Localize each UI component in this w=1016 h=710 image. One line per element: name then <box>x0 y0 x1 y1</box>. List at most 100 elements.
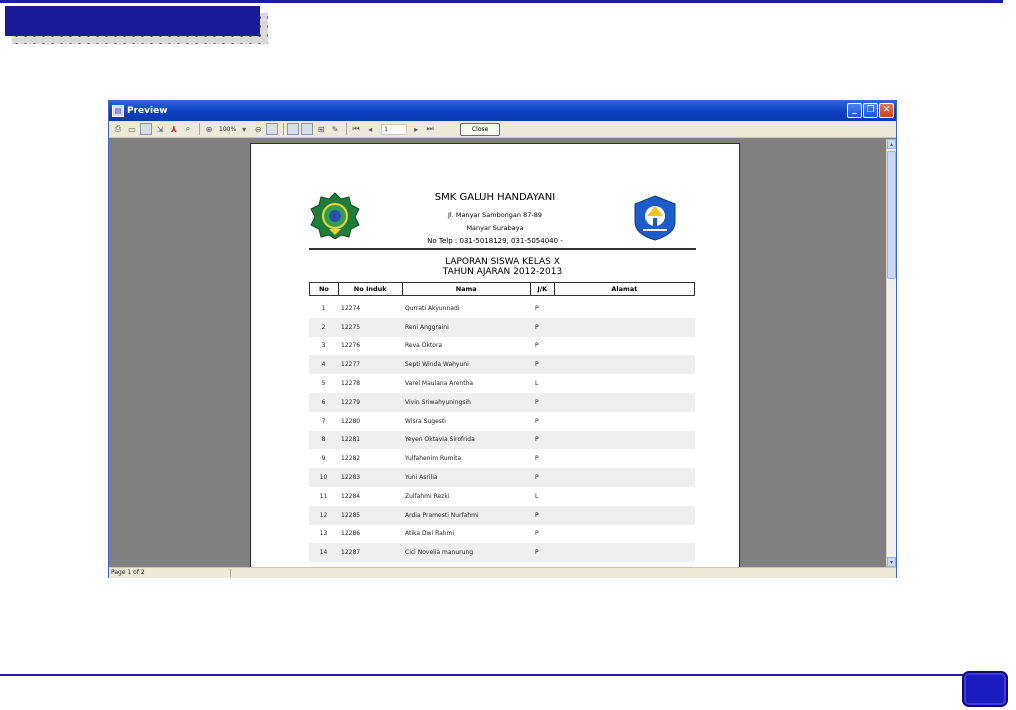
cell-no: 5 <box>321 380 326 388</box>
page-setup-icon[interactable]: ⊞ <box>315 123 327 135</box>
minimize-button[interactable]: _ <box>847 103 862 118</box>
scroll-down-icon[interactable]: ▾ <box>887 557 896 567</box>
save-icon[interactable] <box>140 123 152 135</box>
window-title: Preview <box>127 106 168 116</box>
column-header-jk: J/K <box>531 283 555 295</box>
open-icon[interactable]: ▭ <box>126 123 138 135</box>
preview-canvas[interactable]: SMK GALUH HANDAYANI Jl. Manyar Sambongan… <box>109 139 886 567</box>
status-divider <box>230 569 231 577</box>
table-row: 5 12278 Varel Maulana Arentha L <box>309 374 695 393</box>
preview-toolbar: ⎙ ▭ ⇲ ⅄ ⌕ ⊕ 100% ▾ ⊖ ⊞ ✎ ⏮ ◂ 1 ▸ ⏭ Close <box>109 121 896 138</box>
cell-nama: Vivin Sriwahyuningsih <box>405 398 471 406</box>
cell-nama: Atika Dwi Rahmi <box>405 530 455 538</box>
cell-no-induk: 12281 <box>341 436 361 444</box>
cell-jk: P <box>535 361 539 369</box>
export-icon[interactable]: ⇲ <box>154 123 166 135</box>
preview-app-icon: ▤ <box>112 105 124 117</box>
cell-nama: Cici Novelia manurung <box>405 549 474 557</box>
toolbar-separator <box>283 123 285 135</box>
maximize-button[interactable]: ❐ <box>863 103 878 118</box>
edit-page-icon[interactable]: ✎ <box>329 123 341 135</box>
top-rule <box>0 0 1003 3</box>
cell-jk: L <box>535 492 539 500</box>
cell-no: 7 <box>321 417 326 425</box>
report-subtitle: TAHUN AJARAN 2012-2013 <box>442 267 563 277</box>
single-page-icon[interactable] <box>287 123 300 135</box>
cell-nama: Varel Maulana Arentha <box>405 380 474 388</box>
cell-no-induk: 12277 <box>341 361 361 369</box>
school-address-line1: Jl. Manyar Sambongan 87-89 <box>448 211 542 219</box>
cell-no-induk: 12278 <box>341 380 361 388</box>
first-page-icon[interactable]: ⏮ <box>350 123 362 135</box>
cell-jk: P <box>535 530 539 538</box>
table-row: 7 12280 Wisra Sugesti P <box>309 411 695 431</box>
table-row: 2 12275 Reni Anggraini P <box>309 317 695 337</box>
cell-nama: Reni Anggraini <box>405 323 449 331</box>
cell-nama: Yuni Asrilia <box>405 474 438 482</box>
school-name: SMK GALUH HANDAYANI <box>434 192 556 203</box>
zoom-out-icon[interactable]: ⊖ <box>252 123 264 135</box>
prev-page-icon[interactable]: ◂ <box>364 123 376 135</box>
cell-no-induk: 12286 <box>341 530 361 538</box>
student-table-body: 1 12274 Qurrati Akyunnadi P 2 12275 Reni Anggr… <box>309 299 695 563</box>
slide-title-box <box>5 6 260 36</box>
cell-no: 12 <box>319 511 328 519</box>
cell-jk: P <box>535 436 539 444</box>
cell-no: 8 <box>321 436 326 444</box>
page-status: Page 1 of 2 <box>111 569 145 576</box>
cell-jk: P <box>535 342 539 350</box>
cell-no-induk: 12287 <box>341 549 361 557</box>
column-header-no-induk: No Induk <box>339 283 403 295</box>
cell-no-induk: 12274 <box>341 304 361 312</box>
zoom-select[interactable]: 100% <box>219 126 236 133</box>
print-icon[interactable]: ⎙ <box>112 123 124 135</box>
cell-nama: Qurrati Akyunnadi <box>405 304 460 312</box>
cell-no-induk: 12285 <box>341 511 361 519</box>
table-row: 1 12274 Qurrati Akyunnadi P <box>309 299 695 318</box>
column-header-no: No <box>310 283 339 295</box>
slide-nav-badge[interactable] <box>962 671 1008 707</box>
cell-jk: P <box>535 455 539 463</box>
table-row: 9 12282 Yulfahenim Rumita P <box>309 449 695 469</box>
cell-jk: P <box>535 549 539 557</box>
cell-jk: P <box>535 304 539 312</box>
cell-jk: P <box>535 511 539 519</box>
scroll-up-icon[interactable]: ▴ <box>887 139 896 149</box>
cell-no: 9 <box>321 455 326 463</box>
school-address-line2: Manyar Surabaya <box>466 224 524 232</box>
header-divider <box>309 248 696 250</box>
close-button[interactable]: Close <box>460 122 501 136</box>
table-row: 11 12284 Zulfahmi Rezki L <box>309 486 695 506</box>
cell-jk: P <box>535 323 539 331</box>
table-row: 10 12283 Yuni Asrilia P <box>309 468 695 487</box>
page-number-input[interactable]: 1 <box>381 123 408 135</box>
window-titlebar[interactable]: ▤ Preview _ ❐ ✕ <box>109 101 896 121</box>
cell-nama: Wisra Sugesti <box>405 417 446 425</box>
zoom-dropdown-icon[interactable]: ▾ <box>238 123 250 135</box>
last-page-icon[interactable]: ⏭ <box>424 123 436 135</box>
scroll-thumb[interactable] <box>887 151 896 279</box>
cell-no: 3 <box>321 342 326 350</box>
table-row: 6 12279 Vivin Sriwahyuningsih P <box>309 392 695 412</box>
find-icon[interactable]: ⌕ <box>182 123 194 135</box>
cell-no-induk: 12275 <box>341 323 361 331</box>
bottom-rule <box>0 674 1003 676</box>
multi-page-icon[interactable] <box>301 123 314 135</box>
vertical-scrollbar[interactable]: ▴ ▾ <box>886 139 896 567</box>
pdf-icon[interactable]: ⅄ <box>168 123 180 135</box>
cell-no-induk: 12279 <box>341 398 361 406</box>
table-row: 8 12281 Yeyen Oktavia Sirofrida P <box>309 430 695 450</box>
zoom-in-icon[interactable]: ⊕ <box>203 123 215 135</box>
toolbar-separator <box>199 123 200 135</box>
table-row: 13 12286 Atika Dwi Rahmi P <box>309 524 695 544</box>
next-page-icon[interactable]: ▸ <box>410 123 422 135</box>
cell-nama: Ardia Pramesti Nurfahmi <box>405 511 479 519</box>
full-page-icon[interactable] <box>266 123 279 135</box>
table-row: 3 12276 Reva Oktora P <box>309 336 695 356</box>
close-window-button[interactable]: ✕ <box>879 103 894 118</box>
status-bar: Page 1 of 2 <box>109 567 896 578</box>
cell-no: 2 <box>321 323 326 331</box>
cell-no: 10 <box>319 474 328 482</box>
preview-window: ▤ Preview _ ❐ ✕ ⎙ ▭ ⇲ ⅄ ⌕ ⊕ 100% ▾ ⊖ ⊞ ✎… <box>108 100 897 578</box>
table-row: 14 12287 Cici Novelia manurung P <box>309 543 695 563</box>
